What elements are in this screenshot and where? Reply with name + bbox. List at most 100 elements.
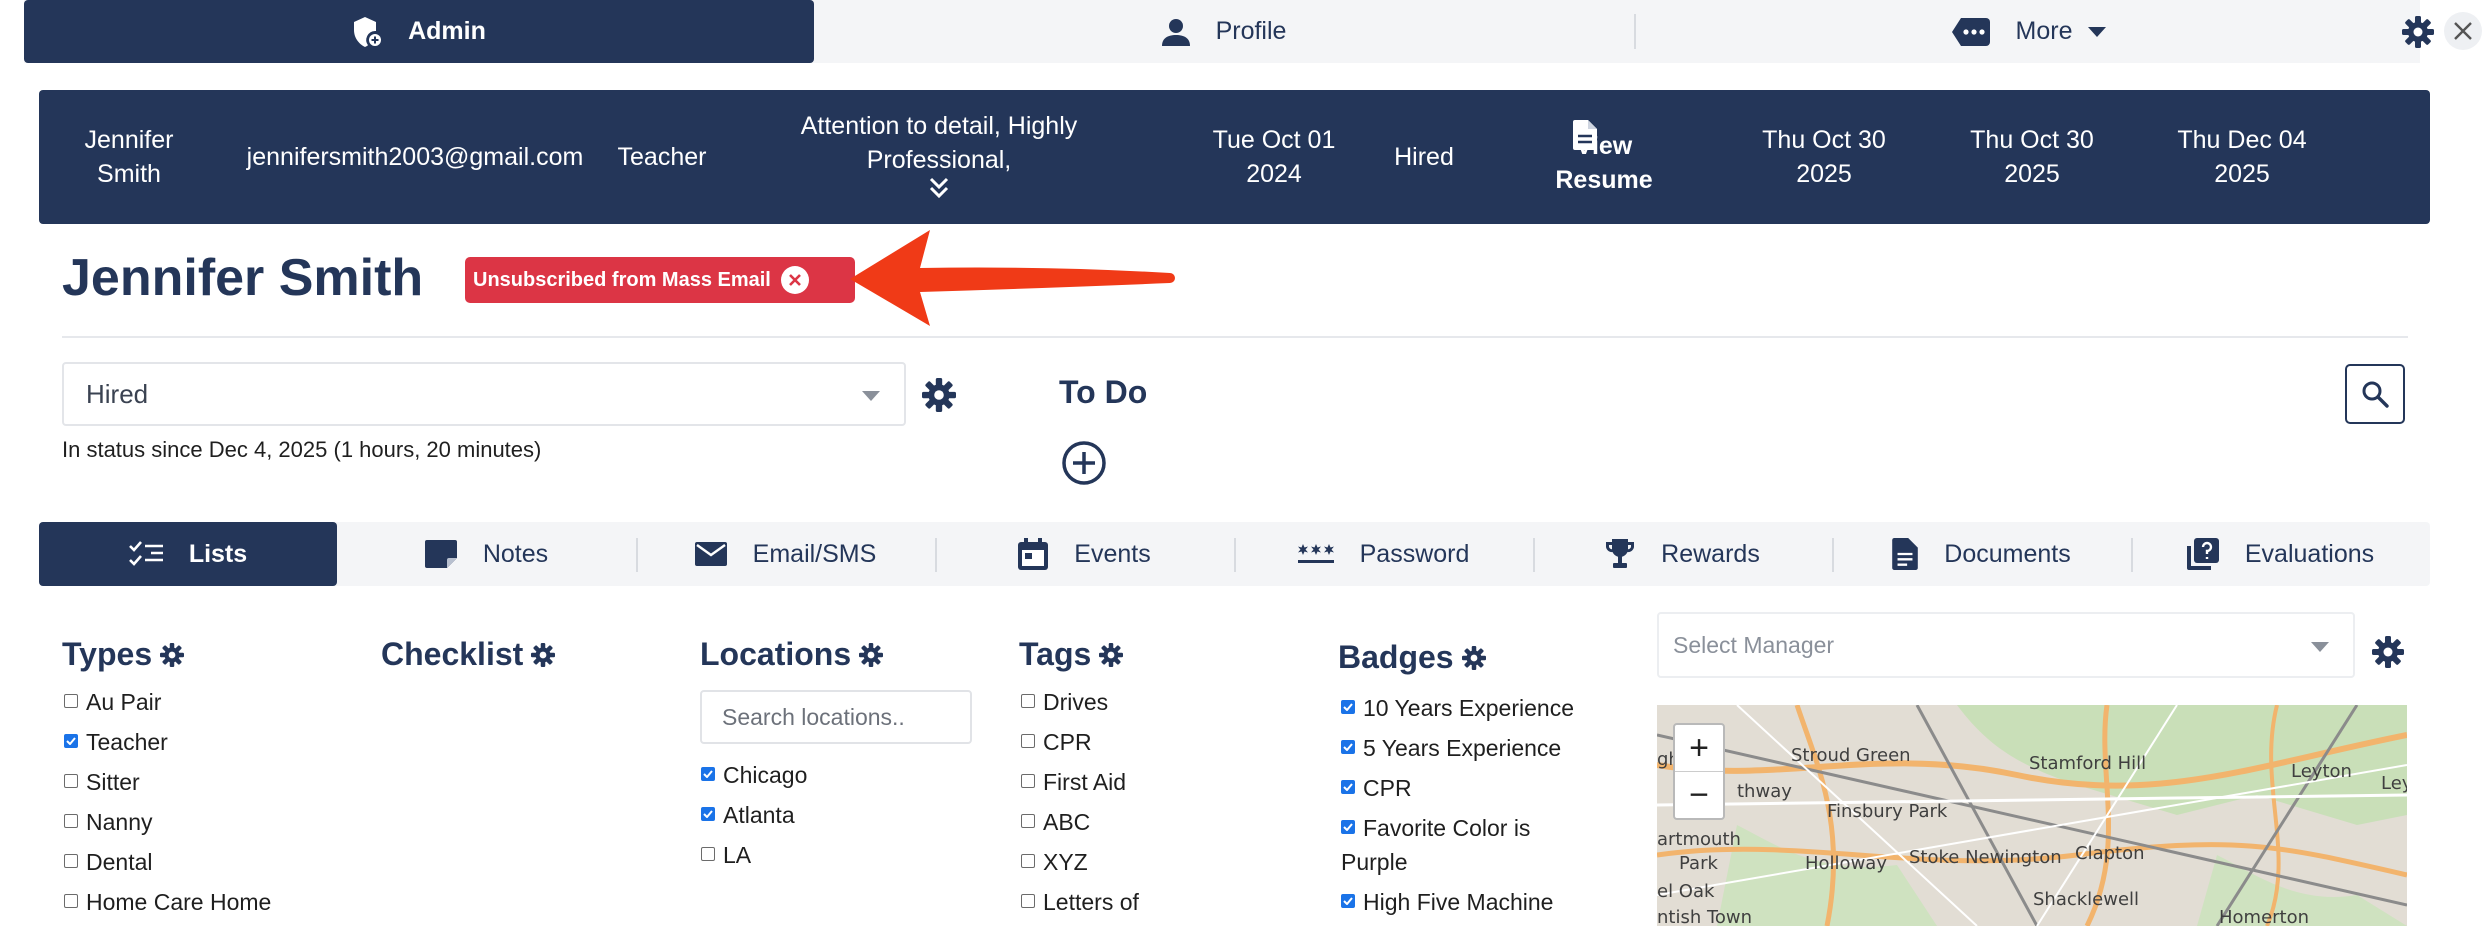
list-item[interactable]: Atlanta — [701, 802, 807, 842]
checkbox[interactable] — [701, 847, 715, 861]
checkbox[interactable] — [1021, 734, 1035, 748]
checkbox[interactable] — [1021, 774, 1035, 788]
list-item[interactable]: Favorite Color is — [1341, 815, 1574, 849]
list-item[interactable]: Letters of — [1021, 889, 1139, 929]
checkbox[interactable] — [64, 894, 78, 908]
list-item[interactable]: Sitter — [64, 769, 271, 809]
tab-lists-label: Lists — [188, 539, 248, 568]
manager-gear-icon[interactable] — [2372, 636, 2404, 668]
zoom-out-button[interactable]: − — [1675, 771, 1723, 818]
list-item[interactable]: CPR — [1021, 729, 1139, 769]
tags-heading: Tags — [1019, 636, 1124, 673]
map[interactable]: gh Stroud Green Stamford Hill Leyton Ley… — [1657, 705, 2407, 926]
list-item[interactable]: Home Care Home — [64, 889, 271, 929]
calendar-icon — [1018, 538, 1049, 570]
checkbox-checked[interactable] — [701, 807, 715, 821]
tab-evaluations[interactable]: Evaluations — [2131, 522, 2430, 586]
list-item[interactable]: Nanny — [64, 809, 271, 849]
checkbox[interactable] — [1021, 814, 1035, 828]
tab-profile[interactable]: Profile — [814, 0, 1634, 63]
checkbox-label: CPR — [1043, 729, 1092, 755]
tab-lists[interactable]: Lists — [39, 522, 337, 586]
list-item[interactable]: LA — [701, 842, 807, 882]
chevron-down-icon — [2088, 26, 2107, 37]
checkbox[interactable] — [64, 774, 78, 788]
badges-gear-icon[interactable] — [1461, 645, 1486, 670]
list-item[interactable]: 10 Years Experience — [1341, 695, 1574, 735]
tab-password-label: Password — [1359, 539, 1470, 568]
checkbox[interactable] — [1021, 854, 1035, 868]
tab-password[interactable]: Password — [1234, 522, 1533, 586]
search-button[interactable] — [2345, 364, 2405, 424]
gear-icon[interactable] — [2402, 16, 2434, 48]
list-item[interactable]: 5 Years Experience — [1341, 735, 1574, 775]
checkbox-label: XYZ — [1043, 849, 1088, 875]
checkbox[interactable] — [1021, 894, 1035, 908]
list-item[interactable]: Chicago — [701, 762, 807, 802]
checkbox[interactable] — [64, 814, 78, 828]
view-resume-button[interactable]: View Resume — [1519, 90, 1659, 224]
status-settings-gear-icon[interactable] — [922, 378, 956, 412]
top-tab-bar: Admin Profile More — [24, 0, 2420, 63]
list-item[interactable]: Dental — [64, 849, 271, 889]
remove-badge-icon[interactable] — [780, 266, 809, 294]
locations-gear-icon[interactable] — [859, 642, 884, 667]
tab-documents[interactable]: Documents — [1832, 522, 2131, 586]
banner-start-date: Tue Oct 01 2024 — [1212, 126, 1336, 188]
tab-admin[interactable]: Admin — [24, 0, 814, 63]
locations-heading: Locations — [700, 636, 884, 673]
types-gear-icon[interactable] — [160, 642, 185, 667]
tags-list: Drives CPR First Aid ABC XYZ Letters of — [1021, 689, 1139, 929]
checkbox[interactable] — [64, 694, 78, 708]
checkbox[interactable] — [64, 854, 78, 868]
tab-notes[interactable]: Notes — [337, 522, 636, 586]
map-zoom-control: + − — [1673, 723, 1725, 820]
list-item[interactable]: High Five Machine — [1341, 889, 1574, 929]
password-icon — [1297, 544, 1334, 564]
types-heading: Types — [62, 636, 185, 673]
map-label: Stamford Hill — [2029, 753, 2147, 774]
checkbox-checked[interactable] — [1341, 894, 1355, 908]
document-icon — [1573, 120, 1597, 150]
checkbox-checked[interactable] — [1341, 780, 1355, 794]
badges-list: 10 Years Experience 5 Years Experience C… — [1341, 695, 1574, 929]
banner-date-2: Thu Oct 30 2025 — [1970, 126, 2094, 188]
checkbox-checked[interactable] — [64, 734, 78, 748]
checkbox-label: 5 Years Experience — [1363, 735, 1562, 761]
checkbox-checked[interactable] — [701, 767, 715, 781]
types-list: Au Pair Teacher Sitter Nanny Dental Home… — [64, 689, 271, 929]
checkbox-checked[interactable] — [1341, 820, 1355, 834]
checkbox[interactable] — [1021, 694, 1035, 708]
list-item[interactable]: Drives — [1021, 689, 1139, 729]
list-item[interactable]: ABC — [1021, 809, 1139, 849]
admin-shield-icon — [352, 16, 382, 48]
status-select[interactable]: Hired — [62, 362, 906, 426]
list-item[interactable]: First Aid — [1021, 769, 1139, 809]
list-item[interactable]: XYZ — [1021, 849, 1139, 889]
tab-email-sms[interactable]: Email/SMS — [636, 522, 935, 586]
checklist-gear-icon[interactable] — [531, 642, 556, 667]
select-manager-dropdown[interactable]: Select Manager — [1657, 612, 2355, 678]
map-tiles — [1657, 705, 2407, 926]
banner-traits[interactable]: Attention to detail, Highly Professional… — [779, 90, 1099, 224]
locations-title: Locations — [700, 636, 852, 672]
double-chevron-down-icon[interactable] — [929, 177, 949, 199]
tab-events[interactable]: Events — [935, 522, 1234, 586]
list-item[interactable]: CPR — [1341, 775, 1574, 815]
tab-evaluations-label: Evaluations — [2244, 539, 2375, 568]
map-label: artmouth — [1657, 829, 1741, 850]
list-item[interactable]: Au Pair — [64, 689, 271, 729]
checkbox-checked[interactable] — [1341, 740, 1355, 754]
tab-rewards[interactable]: Rewards — [1533, 522, 1832, 586]
close-icon[interactable] — [2444, 12, 2482, 50]
tags-gear-icon[interactable] — [1099, 642, 1124, 667]
checkbox-checked[interactable] — [1341, 700, 1355, 714]
location-search-placeholder: Search locations.. — [722, 703, 905, 730]
tab-more[interactable]: More — [1634, 14, 2422, 49]
checkbox-label-continued: Purple — [1341, 849, 1408, 875]
zoom-in-button[interactable]: + — [1675, 725, 1723, 771]
location-search-input[interactable]: Search locations.. — [700, 690, 972, 744]
add-todo-icon[interactable] — [1061, 440, 1107, 486]
list-item[interactable]: Teacher — [64, 729, 271, 769]
checkbox-label: Teacher — [86, 729, 168, 755]
